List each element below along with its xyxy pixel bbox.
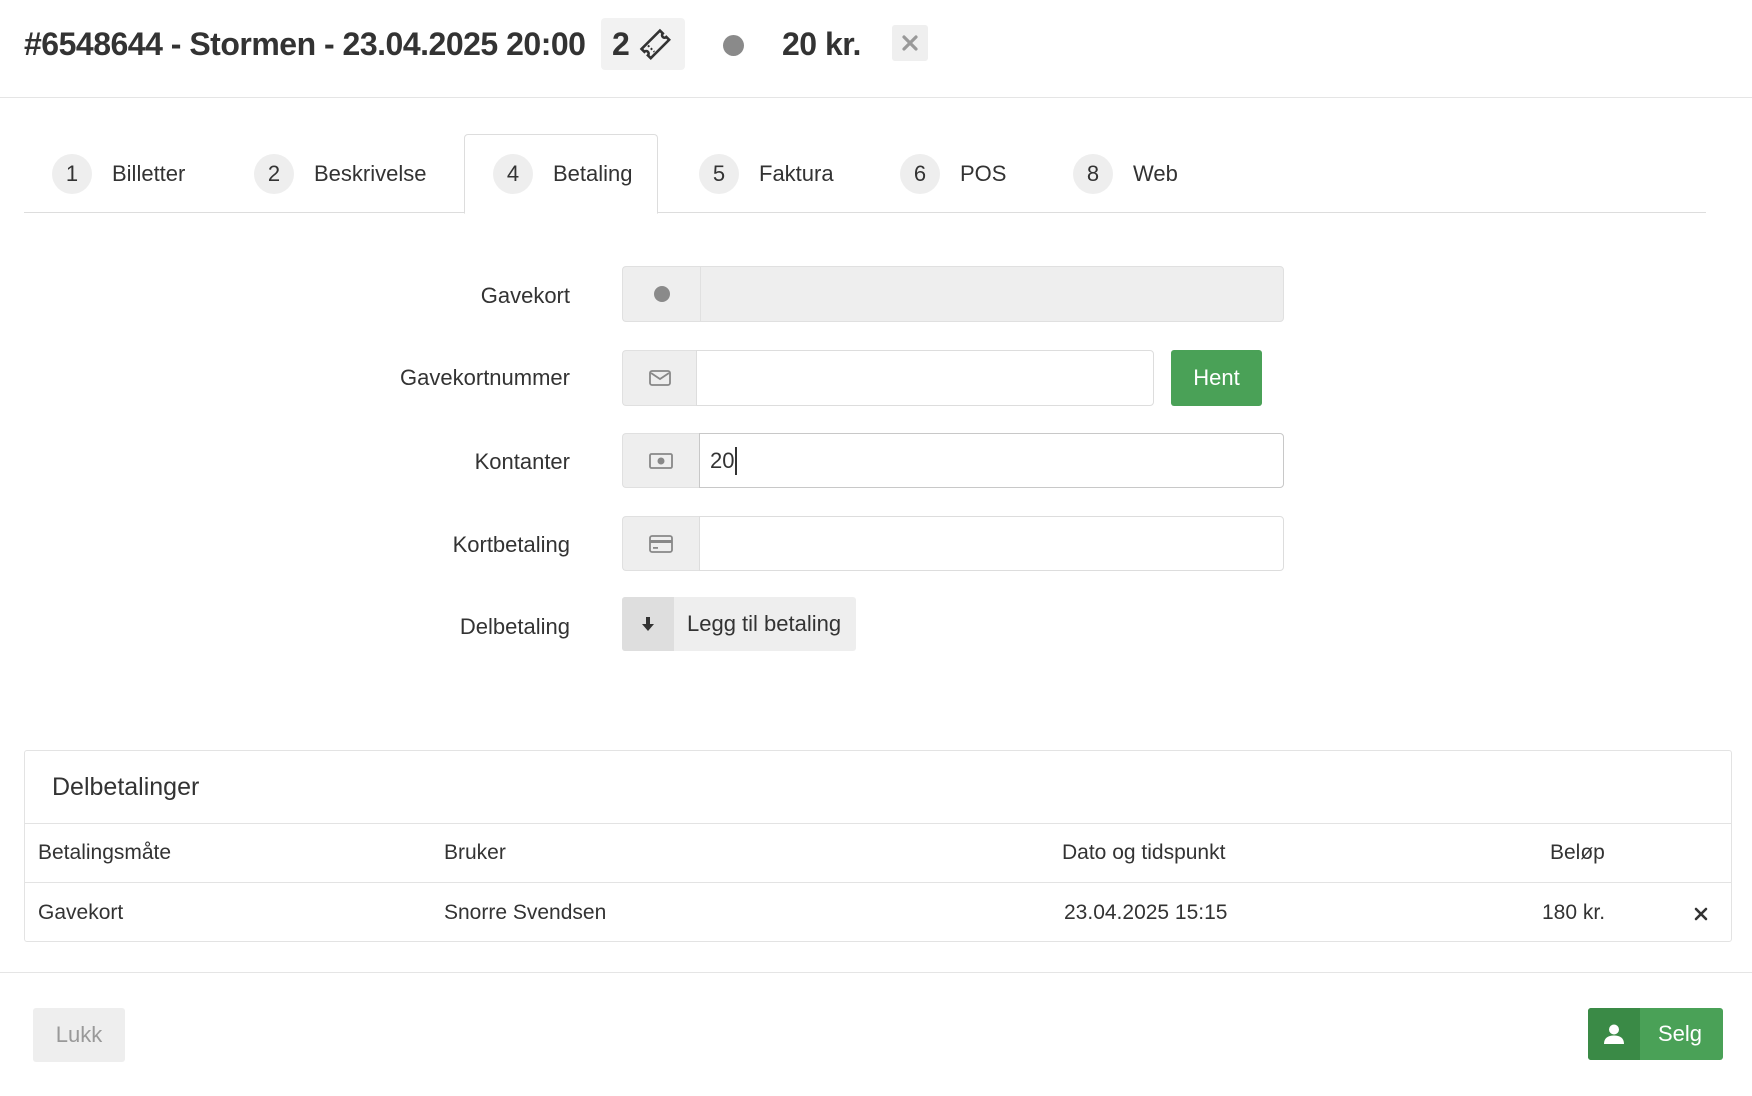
divider xyxy=(25,882,1731,883)
tab-number: 1 xyxy=(52,153,92,194)
delbetalinger-panel: Delbetalinger Betalingsmåte Bruker Dato … xyxy=(24,750,1732,942)
tab-label: Faktura xyxy=(759,160,834,186)
gavekortnummer-input[interactable] xyxy=(696,350,1154,406)
kontanter-value: 20 xyxy=(710,447,735,473)
gavekort-addon xyxy=(622,266,700,322)
table-cell-user: Snorre Svendsen xyxy=(444,901,607,924)
close-button[interactable] xyxy=(892,25,928,61)
hent-button[interactable]: Hent xyxy=(1171,350,1262,406)
tab-pos[interactable]: 6 POS xyxy=(900,134,1006,213)
kontanter-addon xyxy=(622,433,699,488)
tab-number: 8 xyxy=(1073,153,1113,194)
order-title: #6548644 - Stormen - 23.04.2025 20:00 xyxy=(24,26,586,62)
kortbetaling-addon xyxy=(622,516,699,571)
lukk-button[interactable]: Lukk xyxy=(33,1008,125,1062)
gavekort-dot-icon xyxy=(653,286,670,302)
kontanter-group: 20 xyxy=(622,433,1284,488)
close-icon xyxy=(902,35,918,51)
envelope-icon xyxy=(648,370,671,386)
selg-label: Selg xyxy=(1658,1021,1703,1046)
tab-billetter[interactable]: 1 Billetter xyxy=(52,134,185,213)
close-icon xyxy=(1694,907,1708,921)
delbetaling-label: Delbetaling xyxy=(459,614,570,639)
gavekortnummer-addon xyxy=(622,350,696,406)
kortbetaling-label: Kortbetaling xyxy=(452,532,570,557)
table-cell-datetime: 23.04.2025 15:15 xyxy=(1064,901,1228,924)
divider xyxy=(25,823,1731,824)
order-total: 20 kr. xyxy=(782,26,861,62)
column-header-user: Bruker xyxy=(444,841,506,864)
tab-beskrivelse[interactable]: 2 Beskrivelse xyxy=(254,134,426,213)
money-icon xyxy=(649,452,673,469)
status-dot-icon xyxy=(723,35,744,56)
delete-row-button[interactable] xyxy=(1694,901,1708,927)
legg-til-betaling-button[interactable]: Legg til betaling xyxy=(622,597,856,651)
kortbetaling-input[interactable] xyxy=(699,516,1284,571)
selg-addon xyxy=(1588,1008,1640,1060)
kontanter-label: Kontanter xyxy=(474,449,570,474)
text-caret xyxy=(735,446,738,475)
tab-web[interactable]: 8 Web xyxy=(1073,134,1178,213)
column-header-method: Betalingsmåte xyxy=(38,841,172,864)
tab-label: Betaling xyxy=(553,161,633,186)
gavekortnummer-label: Gavekortnummer xyxy=(400,365,570,390)
tab-number: 5 xyxy=(699,153,739,194)
tab-bar: 1 Billetter 2 Beskrivelse 4 Betaling 5 F… xyxy=(24,134,1706,214)
tab-betaling[interactable]: 4 Betaling xyxy=(464,134,658,214)
tab-label: Billetter xyxy=(112,160,186,186)
kontanter-input[interactable]: 20 xyxy=(699,433,1284,488)
table-cell-method: Gavekort xyxy=(38,901,124,924)
selg-button[interactable]: Selg xyxy=(1588,1008,1723,1060)
ticket-count-badge[interactable]: 2 xyxy=(601,18,685,70)
gavekortnummer-group xyxy=(622,350,1154,406)
panel-title: Delbetalinger xyxy=(52,773,200,801)
tab-faktura[interactable]: 5 Faktura xyxy=(699,134,834,213)
tab-label: Web xyxy=(1133,160,1178,186)
tab-number: 4 xyxy=(493,154,533,194)
credit-card-icon xyxy=(649,534,673,553)
gavekort-field xyxy=(700,266,1284,322)
kortbetaling-group xyxy=(622,516,1284,571)
tab-label: Beskrivelse xyxy=(314,160,427,186)
user-icon xyxy=(1604,1024,1624,1044)
table-cell-amount: 180 kr. xyxy=(1542,901,1606,924)
arrow-down-icon xyxy=(642,617,654,631)
gavekort-label: Gavekort xyxy=(480,283,570,308)
ticket-count: 2 xyxy=(612,25,630,62)
column-header-datetime: Dato og tidspunkt xyxy=(1062,841,1226,864)
legg-addon xyxy=(622,597,674,651)
modal-header: #6548644 - Stormen - 23.04.2025 20:00 2 … xyxy=(0,0,1752,98)
gavekort-group xyxy=(622,266,1284,322)
tab-label: POS xyxy=(960,160,1007,186)
column-header-amount: Beløp xyxy=(1550,841,1605,864)
footer-divider xyxy=(0,972,1752,973)
legg-label: Legg til betaling xyxy=(687,611,842,636)
ticket-icon xyxy=(639,28,671,60)
tab-number: 2 xyxy=(254,153,294,194)
tab-number: 6 xyxy=(900,153,940,194)
